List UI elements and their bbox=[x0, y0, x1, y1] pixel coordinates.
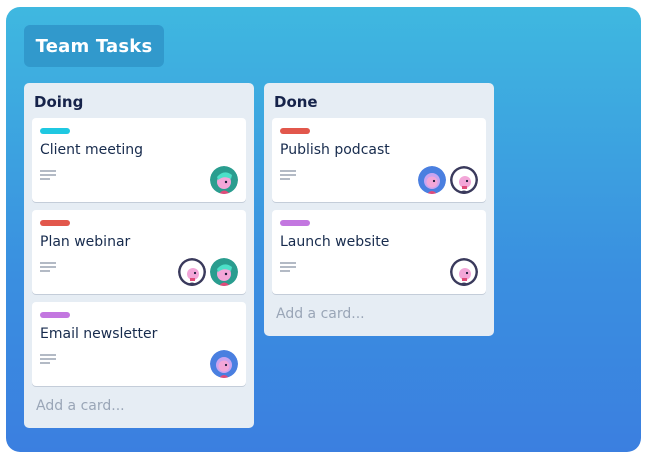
member-avatar-dark[interactable] bbox=[178, 258, 206, 286]
member-avatar-purple[interactable] bbox=[210, 350, 238, 378]
description-icon bbox=[40, 262, 56, 272]
member-avatar-purple[interactable] bbox=[418, 166, 446, 194]
description-icon bbox=[40, 170, 56, 180]
description-icon bbox=[280, 170, 296, 180]
add-card-link[interactable]: Add a card... bbox=[36, 398, 125, 414]
card-publish-podcast[interactable]: Publish podcast bbox=[272, 118, 486, 202]
member-avatar-dark[interactable] bbox=[450, 166, 478, 194]
board-title-button[interactable]: Team Tasks bbox=[24, 25, 164, 67]
card-label bbox=[280, 220, 310, 226]
card-label bbox=[40, 312, 70, 318]
card-title: Launch website bbox=[280, 234, 390, 250]
card-launch-website[interactable]: Launch website bbox=[272, 210, 486, 294]
card-label bbox=[40, 220, 70, 226]
member-avatar-green[interactable] bbox=[210, 258, 238, 286]
list-doing: Doing Client meeting Plan webinar Email … bbox=[24, 83, 254, 428]
list-done: Done Publish podcast Launch website Add … bbox=[264, 83, 494, 336]
card-client-meeting[interactable]: Client meeting bbox=[32, 118, 246, 202]
card-title: Plan webinar bbox=[40, 234, 131, 250]
list-title[interactable]: Doing bbox=[34, 93, 83, 111]
board-title: Team Tasks bbox=[35, 35, 153, 57]
card-email-newsletter[interactable]: Email newsletter bbox=[32, 302, 246, 386]
card-title: Publish podcast bbox=[280, 142, 390, 158]
list-title[interactable]: Done bbox=[274, 93, 318, 111]
card-title: Email newsletter bbox=[40, 326, 158, 342]
add-card-link[interactable]: Add a card... bbox=[276, 306, 365, 322]
member-avatar-dark[interactable] bbox=[450, 258, 478, 286]
card-label bbox=[40, 128, 70, 134]
board: Team Tasks Doing Client meeting Plan web… bbox=[6, 7, 641, 452]
card-plan-webinar[interactable]: Plan webinar bbox=[32, 210, 246, 294]
member-avatar-green[interactable] bbox=[210, 166, 238, 194]
description-icon bbox=[40, 354, 56, 364]
card-label bbox=[280, 128, 310, 134]
card-title: Client meeting bbox=[40, 142, 143, 158]
description-icon bbox=[280, 262, 296, 272]
